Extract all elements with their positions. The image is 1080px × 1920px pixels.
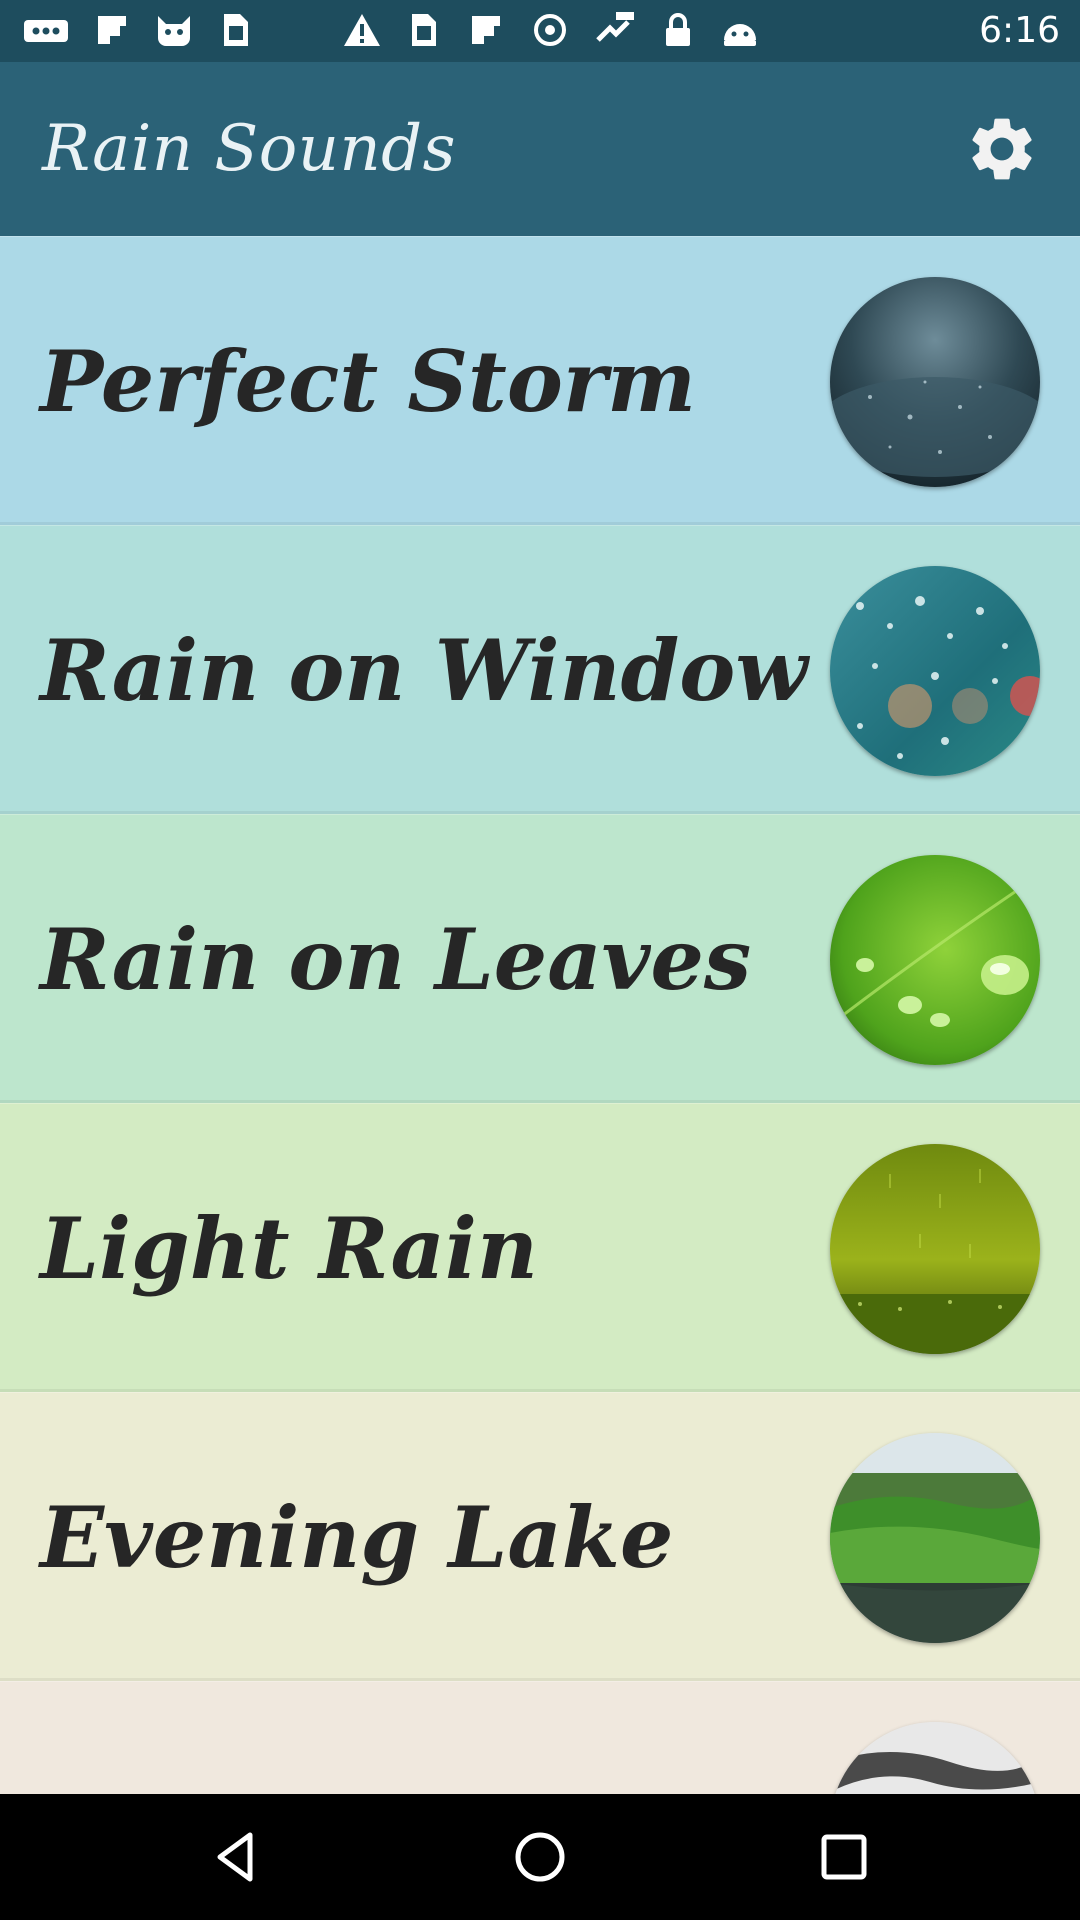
app-title: Rain Sounds <box>42 112 456 186</box>
sound-label: Evening Lake <box>40 1488 674 1587</box>
lake-thumbnail <box>830 1433 1040 1643</box>
window-thumbnail <box>830 566 1040 776</box>
sound-item-partial[interactable] <box>0 1681 1080 1794</box>
back-triangle-icon[interactable] <box>206 1827 266 1887</box>
warning-icon <box>344 14 380 46</box>
sound-label: Rain on Leaves <box>40 910 752 1009</box>
android-icon <box>724 24 756 46</box>
sound-item-light-rain[interactable]: Light Rain <box>0 1103 1080 1392</box>
sound-label: Rain on Window <box>40 621 808 720</box>
sound-item-rain-on-window[interactable]: Rain on Window <box>0 525 1080 814</box>
status-bar: 6:16 <box>0 0 1080 62</box>
flipboard-icon <box>98 16 126 44</box>
settings-button[interactable] <box>960 107 1044 191</box>
light-rain-thumbnail <box>830 1144 1040 1354</box>
more-icon <box>24 20 68 42</box>
fake-gps-icon <box>596 12 634 42</box>
data-saver-icon <box>534 14 566 46</box>
sound-item-rain-on-leaves[interactable]: Rain on Leaves <box>0 814 1080 1103</box>
leaves-thumbnail <box>830 855 1040 1065</box>
sim-icon <box>224 14 248 46</box>
lock-icon <box>666 13 690 46</box>
sound-list: Perfect Storm Rain on Window Rain on Lea… <box>0 236 1080 1794</box>
sound-item-evening-lake[interactable]: Evening Lake <box>0 1392 1080 1681</box>
flipboard-icon <box>472 16 500 44</box>
sound-label: Light Rain <box>40 1199 538 1298</box>
recents-square-icon[interactable] <box>814 1827 874 1887</box>
sim-icon <box>412 14 436 46</box>
sound-item-perfect-storm[interactable]: Perfect Storm <box>0 236 1080 525</box>
navigation-bar <box>0 1794 1080 1920</box>
app-bar: Rain Sounds <box>0 62 1080 236</box>
storm-thumbnail <box>830 277 1040 487</box>
clock-time: 6:16 <box>979 10 1060 51</box>
home-circle-icon[interactable] <box>510 1827 570 1887</box>
cat-icon <box>158 16 190 46</box>
sound-label: Perfect Storm <box>40 332 697 431</box>
partial-thumbnail <box>830 1722 1040 1794</box>
gear-icon <box>972 118 1032 180</box>
